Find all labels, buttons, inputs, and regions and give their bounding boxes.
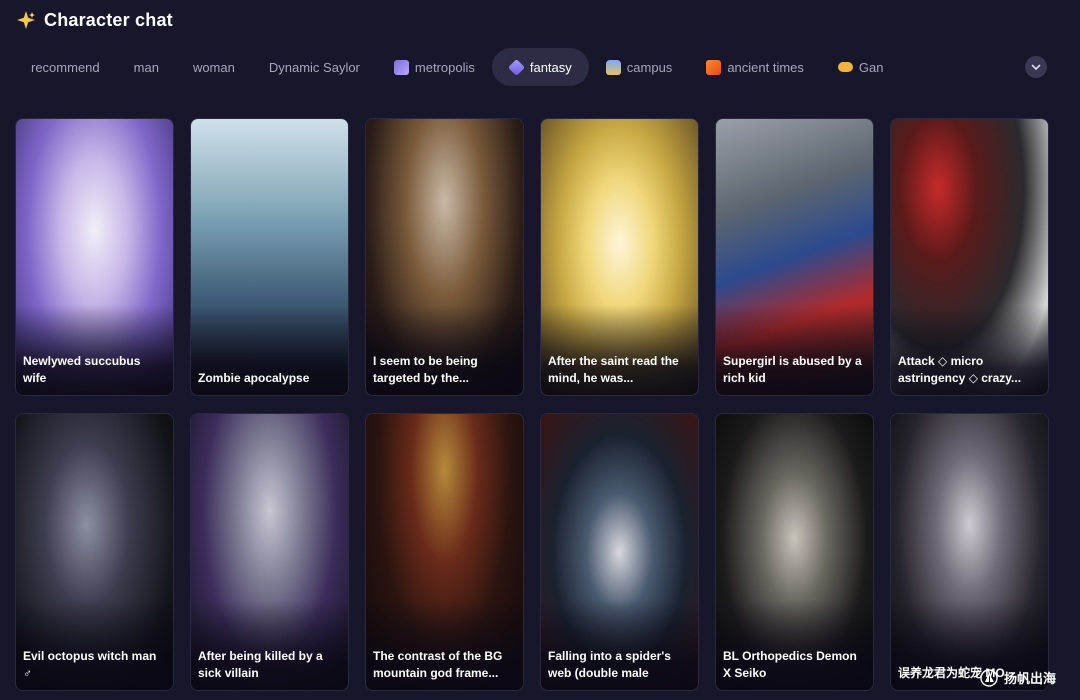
page-title: Character chat xyxy=(44,9,173,30)
card-title: After the saint read the mind, he was... xyxy=(548,354,679,385)
scroll-icon xyxy=(706,59,722,75)
tab-man[interactable]: man xyxy=(117,48,176,86)
card-title: Attack ◇ micro astringency ◇ crazy... xyxy=(898,354,1022,385)
backpack-icon xyxy=(605,59,621,75)
character-card[interactable]: I seem to be being targeted by the... xyxy=(365,118,524,396)
character-card[interactable]: The contrast of the BG mountain god fram… xyxy=(365,413,524,691)
card-title: After being killed by a sick villain xyxy=(198,649,323,680)
city-icon xyxy=(393,59,409,75)
tab-label: Gan xyxy=(858,59,884,75)
gamepad-icon xyxy=(837,62,853,72)
character-chat-page: Character chat recommend man woman Dynam… xyxy=(0,0,1080,700)
character-card[interactable]: Supergirl is abused by a rich kid xyxy=(715,118,874,396)
card-title: Falling into a spider's web (double male xyxy=(548,649,671,680)
character-card[interactable]: Attack ◇ micro astringency ◇ crazy... xyxy=(890,118,1049,396)
character-card[interactable]: Newlywed succubus wife xyxy=(15,118,174,396)
sparkle-icon xyxy=(17,11,35,29)
tab-label: Dynamic Saylor xyxy=(268,59,360,75)
card-title: Zombie apocalypse xyxy=(198,371,310,385)
card-title: I seem to be being targeted by the... xyxy=(373,354,478,385)
character-card[interactable]: Evil octopus witch man ♂ xyxy=(15,413,174,691)
sail-logo-icon xyxy=(980,668,998,687)
tab-label: ancient times xyxy=(727,59,804,75)
more-tabs-button[interactable] xyxy=(1025,56,1047,78)
character-card[interactable]: BL Orthopedics Demon X Seiko xyxy=(715,413,874,691)
category-tabs: recommend man woman Dynamic Saylor metro… xyxy=(14,48,900,86)
card-title: Supergirl is abused by a rich kid xyxy=(723,354,862,385)
card-title: The contrast of the BG mountain god fram… xyxy=(373,649,503,680)
tab-label: fantasy xyxy=(529,59,572,75)
card-title: Newlywed succubus wife xyxy=(23,354,141,385)
tab-metropolis[interactable]: metropolis xyxy=(377,48,492,86)
header: Character chat xyxy=(16,8,173,32)
tab-label: campus xyxy=(626,59,673,75)
tab-recommend[interactable]: recommend xyxy=(14,48,117,86)
tab-label: metropolis xyxy=(414,59,475,75)
tab-woman[interactable]: woman xyxy=(176,48,252,86)
card-title: BL Orthopedics Demon X Seiko xyxy=(723,649,857,680)
character-card[interactable]: 误养龙君为蛇宠 MO xyxy=(890,413,1049,691)
character-card[interactable]: Zombie apocalypse xyxy=(190,118,349,396)
tab-games[interactable]: Gan xyxy=(821,48,901,86)
character-card[interactable]: Falling into a spider's web (double male xyxy=(540,413,699,691)
tab-label: woman xyxy=(192,59,235,75)
tab-label: man xyxy=(133,59,159,75)
tab-ancient-times[interactable]: ancient times xyxy=(689,48,821,86)
tab-label: recommend xyxy=(31,59,100,75)
card-title: Evil octopus witch man ♂ xyxy=(23,649,157,680)
watermark: 扬帆出海 xyxy=(978,668,1056,687)
tab-campus[interactable]: campus xyxy=(589,48,690,86)
character-card[interactable]: After the saint read the mind, he was... xyxy=(540,118,699,396)
tab-dynamic-saylor[interactable]: Dynamic Saylor xyxy=(252,48,377,86)
chevron-down-icon xyxy=(1031,64,1041,71)
tab-fantasy[interactable]: fantasy xyxy=(491,48,589,86)
crystal-icon xyxy=(507,58,525,76)
watermark-text: 扬帆出海 xyxy=(1004,671,1057,686)
character-card[interactable]: After being killed by a sick villain xyxy=(190,413,349,691)
